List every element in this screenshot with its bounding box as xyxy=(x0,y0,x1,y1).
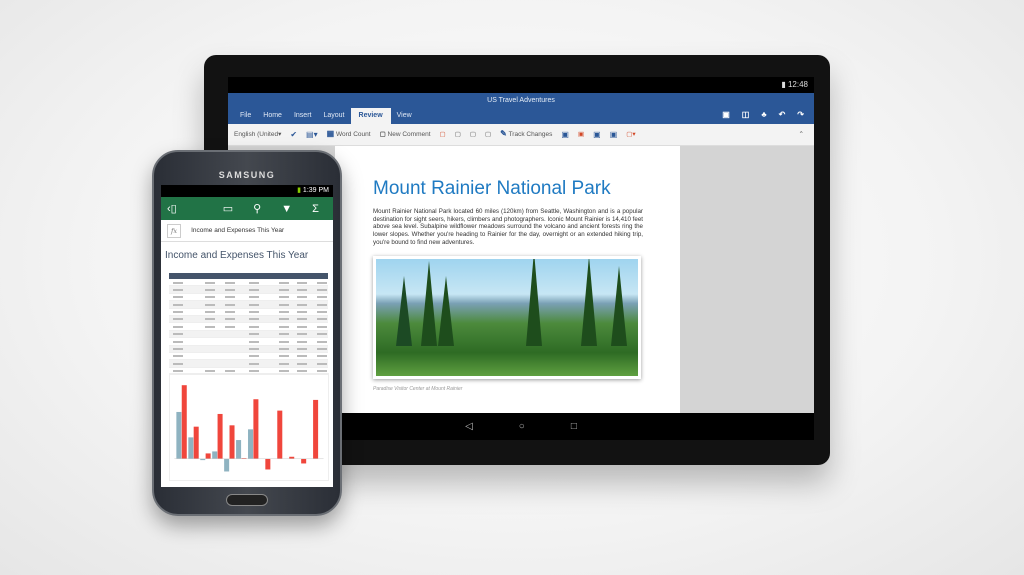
tab-home[interactable]: Home xyxy=(257,111,288,124)
show-comments-icon[interactable]: ▢ xyxy=(485,130,491,140)
spelling-icon[interactable]: ✔ xyxy=(290,130,297,140)
review-ribbon: English (United▾ ✔ ▤▾ ▦ Word Count ▢ New… xyxy=(228,124,814,146)
word-count-button[interactable]: ▦ Word Count xyxy=(327,129,371,140)
chart-bar xyxy=(301,458,307,464)
track-changes-button[interactable]: ✎ Track Changes xyxy=(500,129,552,140)
undo-icon[interactable]: ↶ xyxy=(779,110,786,119)
photo-caption: Paradise Visitor Center at Mount Rainier xyxy=(373,386,463,392)
forest-photo xyxy=(373,256,641,379)
accept-icon[interactable]: ▣ xyxy=(561,130,569,140)
filter-icon[interactable]: ▼ xyxy=(281,203,292,215)
tab-file[interactable]: File xyxy=(234,111,257,124)
reject-icon[interactable]: ▣ xyxy=(578,130,584,140)
back-icon[interactable]: ◁ xyxy=(465,421,473,432)
save-icon[interactable]: ▣ xyxy=(722,110,730,119)
collapse-ribbon-icon[interactable]: ⌃ xyxy=(799,130,804,140)
track-changes-icon: ✎ xyxy=(500,129,507,138)
next-comment-icon[interactable]: ▢ xyxy=(470,130,476,140)
ribbon-tabs: File Home Insert Layout Review View ▣ ◫ ♣ ↶… xyxy=(228,108,814,124)
tablet-status-bar: ▮ 12:48 xyxy=(228,77,814,93)
tab-view[interactable]: View xyxy=(391,111,418,124)
table-row xyxy=(169,353,328,361)
new-comment-label: New Comment xyxy=(387,130,431,138)
delete-comment-icon[interactable]: ▢ xyxy=(440,130,446,140)
chart-bar xyxy=(248,429,254,459)
chart-bar xyxy=(181,385,187,459)
title-actions: ▣ ◫ ♣ ↶ ↷ xyxy=(722,110,804,119)
chart-bar xyxy=(277,410,283,459)
chart-bar xyxy=(217,413,223,459)
word-count-label: Word Count xyxy=(336,131,371,138)
tab-layout[interactable]: Layout xyxy=(317,111,350,124)
redo-icon[interactable]: ↷ xyxy=(797,110,804,119)
chart-bar xyxy=(224,458,230,472)
table-row xyxy=(169,286,328,294)
excel-app-bar: ‹▯ ▭ ⚲ ▼ Σ xyxy=(161,197,333,220)
language-dropdown[interactable]: English (United▾ xyxy=(234,130,281,140)
chart-bar xyxy=(236,440,242,459)
phone-home-button[interactable] xyxy=(226,494,268,506)
share-icon[interactable]: ♣ xyxy=(761,110,766,119)
new-comment-button[interactable]: ▢ New Comment xyxy=(380,130,431,140)
table-row xyxy=(169,279,328,287)
tab-insert[interactable]: Insert xyxy=(288,111,318,124)
income-table[interactable] xyxy=(169,273,328,376)
chart-bar xyxy=(253,399,259,459)
phone-status-bar: ▮ 1:39 PM xyxy=(161,185,333,197)
table-row xyxy=(169,315,328,324)
chart-bar xyxy=(265,458,271,470)
track-changes-label: Track Changes xyxy=(508,131,553,138)
previous-comment-icon[interactable]: ▢ xyxy=(455,130,461,140)
table-row xyxy=(169,338,328,346)
status-time: 12:48 xyxy=(787,80,808,89)
phone-screen: ▮ 1:39 PM ‹▯ ▭ ⚲ ▼ Σ fx Income and Expen… xyxy=(161,185,333,487)
document-heading: Mount Rainier National Park xyxy=(373,178,611,199)
chart-bar xyxy=(212,451,218,459)
next-change-icon[interactable]: ▣ xyxy=(610,130,618,140)
previous-change-icon[interactable]: ▣ xyxy=(593,130,601,140)
table-row xyxy=(169,360,328,368)
chart-bar xyxy=(193,426,199,459)
excel-back-logo-icon[interactable]: ‹▯ xyxy=(167,202,177,215)
chart-bar xyxy=(188,437,194,459)
translate-icon[interactable]: ▤▾ xyxy=(306,130,318,140)
battery-icon: ▮ xyxy=(781,80,786,89)
document-title: US Travel Adventures xyxy=(228,93,814,108)
table-row xyxy=(169,323,328,331)
search-icon[interactable]: ⚲ xyxy=(253,202,261,215)
chart-bar xyxy=(205,453,211,459)
phone-brand: SAMSUNG xyxy=(218,170,276,180)
bar-chart xyxy=(169,373,329,481)
table-row xyxy=(169,309,328,316)
phone-battery-icon: ▮ xyxy=(297,187,301,194)
document-page[interactable]: Mount Rainier National Park Mount Rainie… xyxy=(335,146,680,413)
read-mode-icon[interactable]: ◫ xyxy=(742,110,750,119)
table-row xyxy=(169,301,328,309)
word-count-icon: ▦ xyxy=(326,129,335,138)
chart-bar xyxy=(176,411,182,459)
chart-bar xyxy=(313,399,319,459)
table-row xyxy=(169,330,328,339)
chart-bar xyxy=(289,456,295,459)
table-row xyxy=(169,294,328,302)
phone-time: 1:39 PM xyxy=(302,187,329,194)
markup-icon[interactable]: ▢▾ xyxy=(626,130,635,140)
table-row xyxy=(169,345,328,353)
comment-icon[interactable]: ▭ xyxy=(223,202,233,215)
home-icon[interactable]: ○ xyxy=(519,421,525,432)
formula-value: Income and Expenses This Year xyxy=(191,227,285,234)
fx-icon[interactable]: fx xyxy=(167,223,182,238)
sheet-title: Income and Expenses This Year xyxy=(165,250,309,261)
formula-bar[interactable]: fx Income and Expenses This Year xyxy=(161,220,333,242)
sum-icon[interactable]: Σ xyxy=(312,203,319,215)
phone: SAMSUNG ▮ 1:39 PM ‹▯ ▭ ⚲ ▼ Σ fx Income a… xyxy=(152,150,342,516)
comment-icon: ▢ xyxy=(379,130,386,138)
tab-review[interactable]: Review xyxy=(350,108,391,124)
chart-bar xyxy=(229,425,235,459)
document-body: Mount Rainier National Park located 60 m… xyxy=(373,208,643,246)
recents-icon[interactable]: □ xyxy=(571,421,577,432)
